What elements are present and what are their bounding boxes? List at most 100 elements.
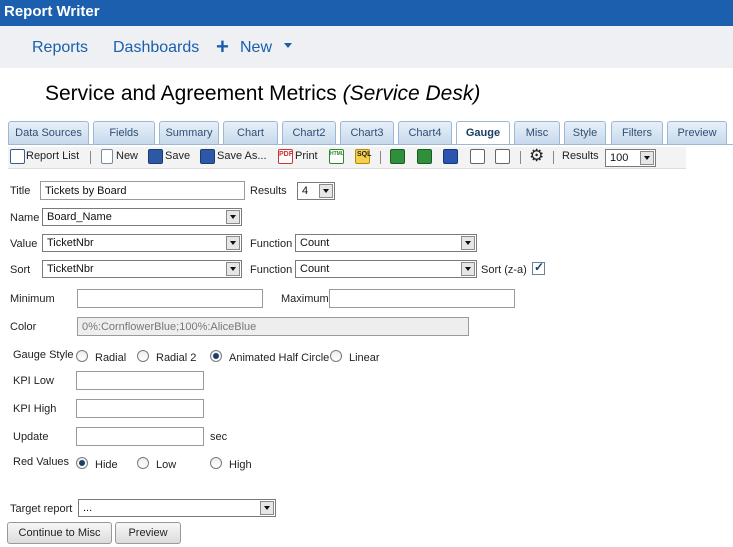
gauge-style-radial2-radio[interactable] xyxy=(137,350,149,362)
tab-chart3[interactable]: Chart3 xyxy=(340,121,394,144)
red-values-low-label: Low xyxy=(156,459,177,471)
red-values-hide-label: Hide xyxy=(95,459,118,471)
page-subtitle: (Service Desk) xyxy=(342,82,481,105)
maximum-input[interactable] xyxy=(329,289,515,308)
html-icon[interactable]: HTML xyxy=(329,149,344,164)
target-report-value: ... xyxy=(83,502,93,514)
gauge-style-radial-radio[interactable] xyxy=(76,350,88,362)
document-icon[interactable] xyxy=(470,149,485,164)
page-title: Service and Agreement Metrics (Service D… xyxy=(45,82,480,106)
gauge-results-value: 4 xyxy=(302,185,309,197)
tab-filters[interactable]: Filters xyxy=(611,121,663,144)
sql-icon-label: SQL xyxy=(357,151,372,158)
preview-button[interactable]: Preview xyxy=(115,522,181,544)
tab-fields[interactable]: Fields xyxy=(93,121,155,144)
kpi-high-input[interactable] xyxy=(76,399,204,418)
tab-chart[interactable]: Chart xyxy=(223,121,278,144)
sort-label: Sort xyxy=(10,264,31,276)
save-button[interactable]: Save xyxy=(165,150,190,162)
maximum-label: Maximum xyxy=(281,293,329,305)
gauge-style-radial2-label: Radial 2 xyxy=(156,352,197,364)
report-list-button[interactable]: Report List xyxy=(26,150,79,162)
gauge-style-label: Gauge Style xyxy=(13,349,74,361)
tab-data-sources[interactable]: Data Sources xyxy=(8,121,89,144)
nav-dashboards-link[interactable]: Dashboards xyxy=(113,39,199,57)
tab-preview[interactable]: Preview xyxy=(667,121,727,144)
results-select[interactable]: 100 xyxy=(605,149,656,167)
gear-icon[interactable]: ⚙ xyxy=(529,147,544,165)
kpi-low-input[interactable] xyxy=(76,371,204,390)
value-function-select[interactable]: Count xyxy=(295,234,477,252)
sql-icon[interactable]: SQL xyxy=(355,149,372,164)
tab-style[interactable]: Style xyxy=(564,121,606,144)
new-icon[interactable] xyxy=(101,149,113,164)
excel-icon[interactable] xyxy=(390,149,405,164)
gauge-style-linear-label: Linear xyxy=(349,352,380,364)
gauge-style-linear-radio[interactable] xyxy=(330,350,342,362)
update-input[interactable] xyxy=(76,427,204,446)
chevron-down-icon xyxy=(226,236,240,250)
print-button[interactable]: Print xyxy=(295,150,318,162)
toolbar-divider xyxy=(553,151,554,164)
target-report-select[interactable]: ... xyxy=(78,499,276,517)
title-label: Title xyxy=(10,185,31,197)
color-label: Color xyxy=(10,321,37,333)
value-select[interactable]: TicketNbr xyxy=(42,234,242,252)
kpi-low-label: KPI Low xyxy=(13,375,54,387)
sort-function-select[interactable]: Count xyxy=(295,260,477,278)
save-icon[interactable] xyxy=(148,149,163,164)
gauge-results-select[interactable]: 4 xyxy=(297,182,335,200)
tab-divider xyxy=(8,144,733,145)
chevron-down-icon[interactable] xyxy=(284,43,292,48)
value-label: Value xyxy=(10,238,38,250)
pdf-icon-label: PDF xyxy=(279,151,293,158)
pdf-icon[interactable]: PDF xyxy=(278,149,293,164)
sort-za-checkbox[interactable] xyxy=(532,260,545,275)
red-values-high-radio[interactable] xyxy=(210,457,222,469)
toolbar-divider xyxy=(380,151,381,164)
name-select-value: Board_Name xyxy=(47,211,112,223)
tab-misc[interactable]: Misc xyxy=(514,121,560,144)
update-label: Update xyxy=(13,431,49,443)
red-values-hide-radio[interactable] xyxy=(76,457,88,469)
html-icon-label: HTML xyxy=(330,151,344,157)
tab-chart4[interactable]: Chart4 xyxy=(398,121,452,144)
gauge-style-animated-half-circle-radio[interactable] xyxy=(210,350,222,362)
excel-export-icon[interactable] xyxy=(417,149,432,164)
text-export-icon[interactable] xyxy=(495,149,510,164)
plus-icon[interactable]: + xyxy=(216,36,229,58)
name-select[interactable]: Board_Name xyxy=(42,208,242,226)
nav-reports-link[interactable]: Reports xyxy=(32,39,88,57)
minimum-input[interactable] xyxy=(77,289,263,308)
save-as-icon[interactable] xyxy=(200,149,215,164)
save-as-button[interactable]: Save As... xyxy=(217,150,267,162)
sort-function-value: Count xyxy=(300,263,330,275)
chevron-down-icon xyxy=(461,236,475,250)
chevron-down-icon xyxy=(461,262,475,276)
nav-new-link[interactable]: New xyxy=(240,39,272,57)
chevron-down-icon xyxy=(226,210,240,224)
value-select-value: TicketNbr xyxy=(47,237,94,249)
red-values-high-label: High xyxy=(229,459,252,471)
value-function-label: Function xyxy=(250,238,293,250)
gauge-style-animated-half-circle-label: Animated Half Circle xyxy=(229,352,330,364)
tab-summary[interactable]: Summary xyxy=(159,121,219,144)
sort-select-value: TicketNbr xyxy=(47,263,94,275)
tab-gauge[interactable]: Gauge xyxy=(456,121,510,145)
red-values-low-radio[interactable] xyxy=(137,457,149,469)
name-label: Name xyxy=(10,212,40,224)
continue-to-misc-button[interactable]: Continue to Misc xyxy=(7,522,112,544)
toolbar: Report List New Save Save As... PDF Prin… xyxy=(8,147,686,169)
toolbar-divider xyxy=(90,151,91,164)
gauge-style-radial-label: Radial xyxy=(95,352,127,364)
target-report-label: Target report xyxy=(10,503,73,515)
color-input[interactable] xyxy=(77,317,469,336)
report-list-icon[interactable] xyxy=(10,149,25,164)
title-input[interactable] xyxy=(40,181,245,200)
sort-select[interactable]: TicketNbr xyxy=(42,260,242,278)
word-icon[interactable] xyxy=(443,149,458,164)
nav-bar: Reports Dashboards + New xyxy=(0,26,733,68)
chevron-down-icon xyxy=(319,184,333,198)
new-button[interactable]: New xyxy=(116,150,138,162)
tab-chart2[interactable]: Chart2 xyxy=(282,121,336,144)
